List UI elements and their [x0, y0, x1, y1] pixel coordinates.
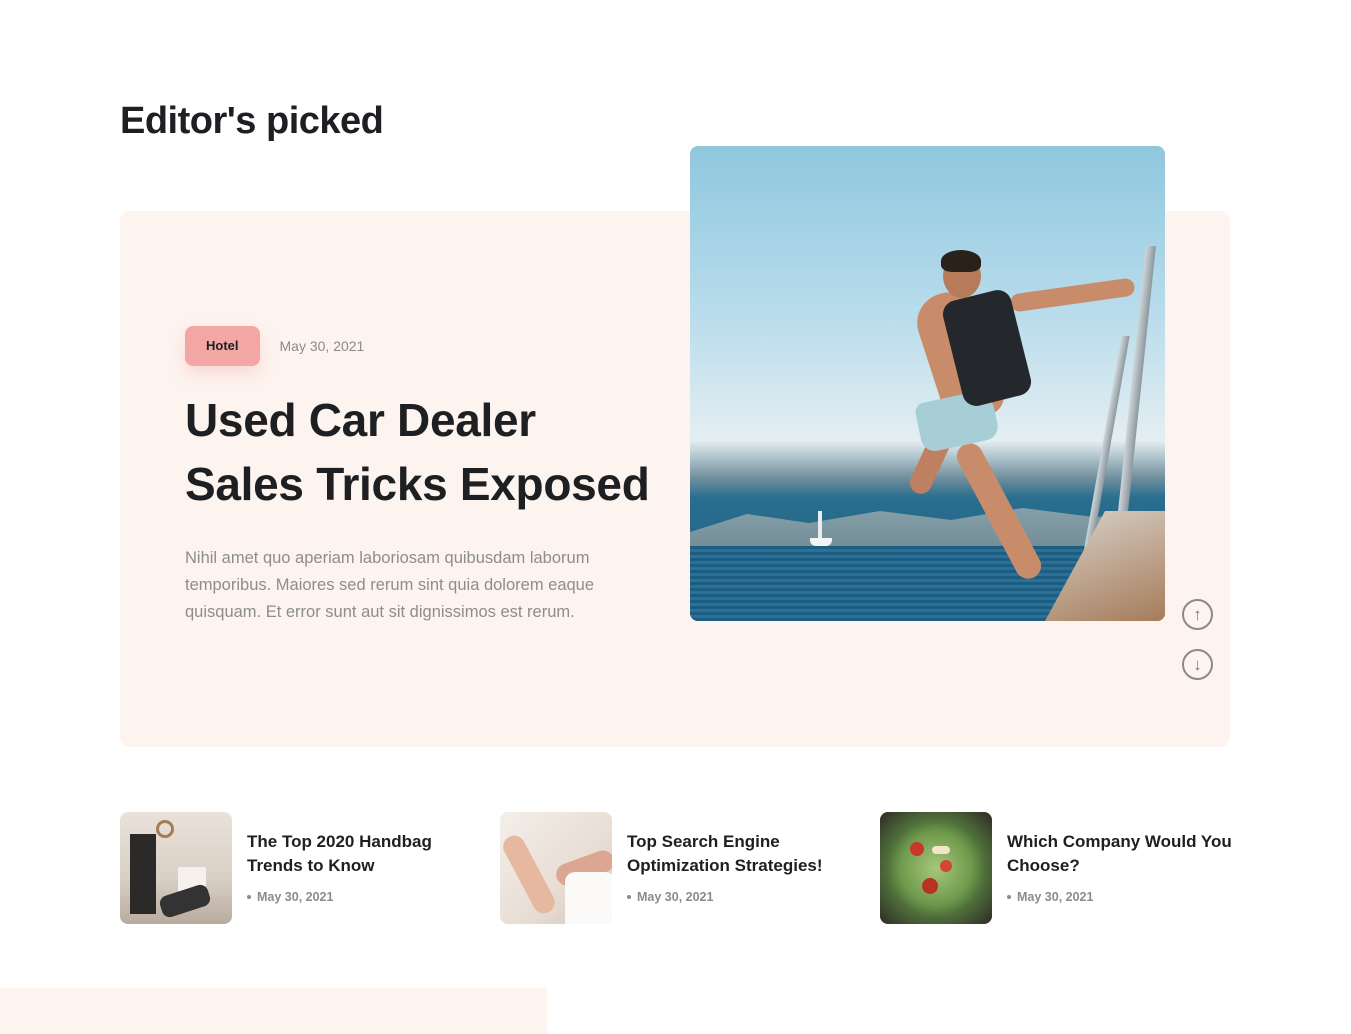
- thumbnail-tomato: [910, 842, 924, 856]
- image-person-arm: [1009, 277, 1136, 313]
- post-thumbnail[interactable]: [120, 812, 232, 924]
- thumbnail-tomato-2: [940, 860, 952, 872]
- editors-picked-page: Editor's picked Hotel May 30, 2021 Used …: [0, 0, 1351, 1034]
- bullet-icon: [627, 895, 631, 899]
- post-date-row: May 30, 2021: [247, 890, 477, 904]
- list-item[interactable]: Top Search Engine Optimization Strategie…: [500, 812, 857, 924]
- next-section-background: [0, 988, 547, 1034]
- category-tag[interactable]: Hotel: [185, 326, 260, 366]
- featured-title[interactable]: Used Car Dealer Sales Tricks Exposed: [185, 388, 665, 516]
- image-distant-boat: [810, 538, 832, 546]
- post-title[interactable]: Which Company Would You Choose?: [1007, 830, 1237, 878]
- slide-up-button[interactable]: ↑: [1182, 599, 1213, 630]
- featured-date: May 30, 2021: [279, 338, 365, 354]
- post-title[interactable]: The Top 2020 Handbag Trends to Know: [247, 830, 477, 878]
- post-title[interactable]: Top Search Engine Optimization Strategie…: [627, 830, 857, 878]
- post-date-row: May 30, 2021: [627, 890, 857, 904]
- image-person-hair: [941, 250, 981, 272]
- bullet-icon: [1007, 895, 1011, 899]
- post-date: May 30, 2021: [1017, 890, 1094, 904]
- arrow-down-circle-icon: ↓: [1193, 655, 1202, 674]
- section-title: Editor's picked: [120, 100, 384, 142]
- thumbnail-wreath: [156, 820, 174, 838]
- thumbnail-cheese: [932, 846, 950, 854]
- post-date: May 30, 2021: [257, 890, 334, 904]
- slide-down-button[interactable]: ↓: [1182, 649, 1213, 680]
- post-thumbnail[interactable]: [500, 812, 612, 924]
- featured-meta: Hotel May 30, 2021: [185, 326, 364, 366]
- featured-excerpt: Nihil amet quo aperiam laboriosam quibus…: [185, 549, 595, 621]
- post-date: May 30, 2021: [637, 890, 714, 904]
- thumbnail-person: [157, 882, 213, 920]
- post-thumbnail[interactable]: [880, 812, 992, 924]
- thumbnail-tomato-3: [922, 878, 938, 894]
- post-date-row: May 30, 2021: [1007, 890, 1237, 904]
- list-item[interactable]: Which Company Would You Choose? May 30, …: [880, 812, 1237, 924]
- arrow-up-circle-icon: ↑: [1193, 605, 1202, 624]
- featured-image[interactable]: [690, 146, 1165, 621]
- image-distant-mast: [818, 511, 822, 541]
- thumbnail-shelf: [130, 834, 156, 914]
- thumbnail-sleeve: [565, 872, 612, 924]
- list-item[interactable]: The Top 2020 Handbag Trends to Know May …: [120, 812, 477, 924]
- thumbnail-hand: [500, 831, 559, 918]
- bullet-icon: [247, 895, 251, 899]
